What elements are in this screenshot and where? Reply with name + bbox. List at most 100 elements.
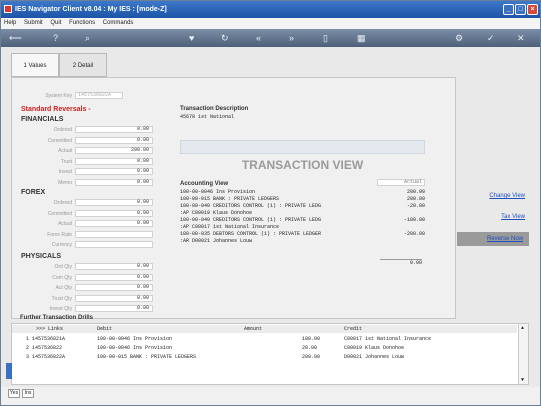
table-row[interactable]: 2 1457536822 100-00-0046 Ins Provision 20.0… xyxy=(12,344,517,352)
physicals-field[interactable]: 0.00 xyxy=(75,294,153,302)
tab-values[interactable]: 1 Values xyxy=(11,53,59,77)
financials-field[interactable]: 0.00 xyxy=(75,157,153,165)
financials-field[interactable]: 0.00 xyxy=(75,168,153,175)
forex-label: Forex Rate xyxy=(47,231,72,238)
row-amount: 180.00 xyxy=(302,336,321,342)
financials-heading: FINANCIALS xyxy=(21,116,64,123)
financials-field[interactable]: 0.00 xyxy=(75,178,153,186)
app-icon xyxy=(4,5,12,13)
cancel-icon[interactable]: ✕ xyxy=(517,32,525,44)
menu-quit[interactable]: Quit xyxy=(50,20,61,26)
scroll-down-icon[interactable]: ▼ xyxy=(521,377,524,383)
physicals-field[interactable]: 0.00 xyxy=(75,305,153,312)
accounting-row-text: :AP C00017 1st National Insurance xyxy=(180,224,280,230)
menu-functions[interactable]: Functions xyxy=(69,20,95,26)
accounting-row-text: 100-00-040 CREDITORS CONTROL (1) : PRIVA… xyxy=(180,217,322,223)
page-icon[interactable]: ▯ xyxy=(323,32,328,44)
forward-icon[interactable]: » xyxy=(289,32,294,44)
forex-label: Actual xyxy=(58,221,72,227)
row-amount: 20.00 xyxy=(302,345,318,351)
back-arrow-icon[interactable]: ⟵ xyxy=(9,32,22,44)
row-credit: C00017 1st National Insurance xyxy=(344,336,432,342)
physicals-label: Com Qty xyxy=(52,274,72,281)
description-scrollbar[interactable] xyxy=(180,140,425,154)
physicals-field[interactable]: 0.00 xyxy=(75,284,153,291)
accounting-row: 100-00-040 CREDITORS CONTROL (1) : PRIVA… xyxy=(180,217,425,224)
window-title: IES Navigator Client v8.04 : My IES : [m… xyxy=(15,6,167,13)
accounting-row-text: 100-00-015 BANK : PRIVATE LEDGERS xyxy=(180,196,280,202)
forex-label: Committed xyxy=(47,210,72,217)
forex-field[interactable]: 0.00 xyxy=(75,209,153,217)
accounting-row-text: :AR D00021 Johannes Louw xyxy=(180,238,253,244)
accounting-row: :AR D00021 Johannes Louw xyxy=(180,238,425,245)
accounting-row-amount: 200.00 xyxy=(406,196,425,202)
row-link: 1457536822A xyxy=(32,354,66,360)
physicals-heading: PHYSICALS xyxy=(21,253,62,260)
accounting-row: 100-00-0046 Ins Provision 200.00 xyxy=(180,189,425,196)
table-row[interactable]: 1 1457536821A 100-00-0046 Ins Provision 180… xyxy=(12,335,517,343)
physicals-field[interactable]: 0.00 xyxy=(75,273,153,281)
menu-submit[interactable]: Submit xyxy=(24,20,43,26)
tax-view-link[interactable]: Tax View xyxy=(459,214,525,220)
system-key-field[interactable]: 1457536822A xyxy=(75,92,123,99)
physicals-label: Ord Qty xyxy=(54,264,72,270)
row-credit: C00019 Klaus Donohoe xyxy=(344,345,405,351)
yes-button[interactable]: Yes xyxy=(8,389,20,398)
accounting-row-amount: -200.00 xyxy=(403,231,425,237)
forex-field[interactable] xyxy=(75,241,153,248)
accounting-total: 0.00 xyxy=(380,259,422,266)
actual-column-header: Actual xyxy=(377,179,425,186)
forex-field[interactable] xyxy=(75,230,153,238)
row-debit: 100-00-0046 Ins Provision xyxy=(97,345,173,351)
main-panel: System Key 1457536822A Standard Reversal… xyxy=(11,77,456,319)
close-button[interactable]: × xyxy=(527,4,538,15)
scroll-up-icon[interactable]: ▲ xyxy=(521,325,524,331)
status-bar: Yes Ins xyxy=(1,387,540,405)
reverse-now-button[interactable]: Reverse Now xyxy=(457,232,529,246)
accounting-row: 100-00-040 CREDITORS CONTROL (1) : PRIVA… xyxy=(180,203,425,210)
menu-commands[interactable]: Commands xyxy=(103,20,134,26)
accounting-view-label: Accounting View xyxy=(180,181,229,187)
forex-label: Currency xyxy=(51,242,72,248)
transaction-description-value: 45678 1st National xyxy=(180,114,235,120)
forex-field[interactable]: 0.00 xyxy=(75,199,153,206)
financials-field[interactable]: 0.00 xyxy=(75,126,153,133)
table-scrollbar[interactable]: ▲ ▼ xyxy=(518,324,528,384)
row-number: 1 xyxy=(26,336,30,342)
maximize-button[interactable]: □ xyxy=(515,4,526,15)
financials-label: Actual xyxy=(58,148,72,154)
side-handle[interactable] xyxy=(6,363,12,379)
menu-help[interactable]: Help xyxy=(4,20,16,26)
financials-label: Committed xyxy=(47,137,72,144)
ins-button[interactable]: Ins xyxy=(22,389,34,398)
table-row[interactable]: 3 1457536822A 100-00-015 BANK : PRIVATE LE… xyxy=(12,353,517,361)
financials-label: Ordered xyxy=(53,127,72,133)
accounting-view-list: 100-00-0046 Ins Provision 200.00 100-00-01… xyxy=(180,189,425,245)
check-icon[interactable]: ✓ xyxy=(487,32,495,44)
header-links: >>> Links xyxy=(36,326,64,332)
accounting-row-text: 100-00-035 DEBTORS CONTROL (1) : PRIVATE… xyxy=(180,231,322,237)
heart-icon[interactable]: ♥ xyxy=(189,32,194,44)
rewind-icon[interactable]: « xyxy=(256,32,261,44)
row-debit: 100-00-0046 Ins Provision xyxy=(97,336,173,342)
forex-field[interactable]: 0.00 xyxy=(75,220,153,227)
system-key-label: System Key xyxy=(45,93,72,99)
forex-heading: FOREX xyxy=(21,189,46,196)
change-view-link[interactable]: Change View xyxy=(459,193,525,199)
header-credit: Credit xyxy=(344,326,363,332)
search-icon[interactable]: ⌕ xyxy=(85,32,90,44)
refresh-icon[interactable]: ↻ xyxy=(221,32,229,44)
settings-icon[interactable]: ⚙ xyxy=(455,32,463,44)
tab-detail[interactable]: 2 Detail xyxy=(59,53,107,77)
physicals-field[interactable]: 0.00 xyxy=(75,263,153,270)
header-debit: Debit xyxy=(97,326,113,332)
accounting-row-amount: -20.00 xyxy=(406,203,425,209)
row-link: 1457536821A xyxy=(32,336,66,342)
help-icon[interactable]: ? xyxy=(53,32,58,44)
menu-bar: Help Submit Quit Functions Commands xyxy=(1,18,540,29)
financials-field[interactable]: 200.00 xyxy=(75,147,153,154)
minimize-button[interactable]: _ xyxy=(503,4,514,15)
financials-field[interactable]: 0.00 xyxy=(75,136,153,144)
financials-label: Invest xyxy=(58,169,72,175)
grid-icon[interactable]: ▦ xyxy=(357,32,366,44)
